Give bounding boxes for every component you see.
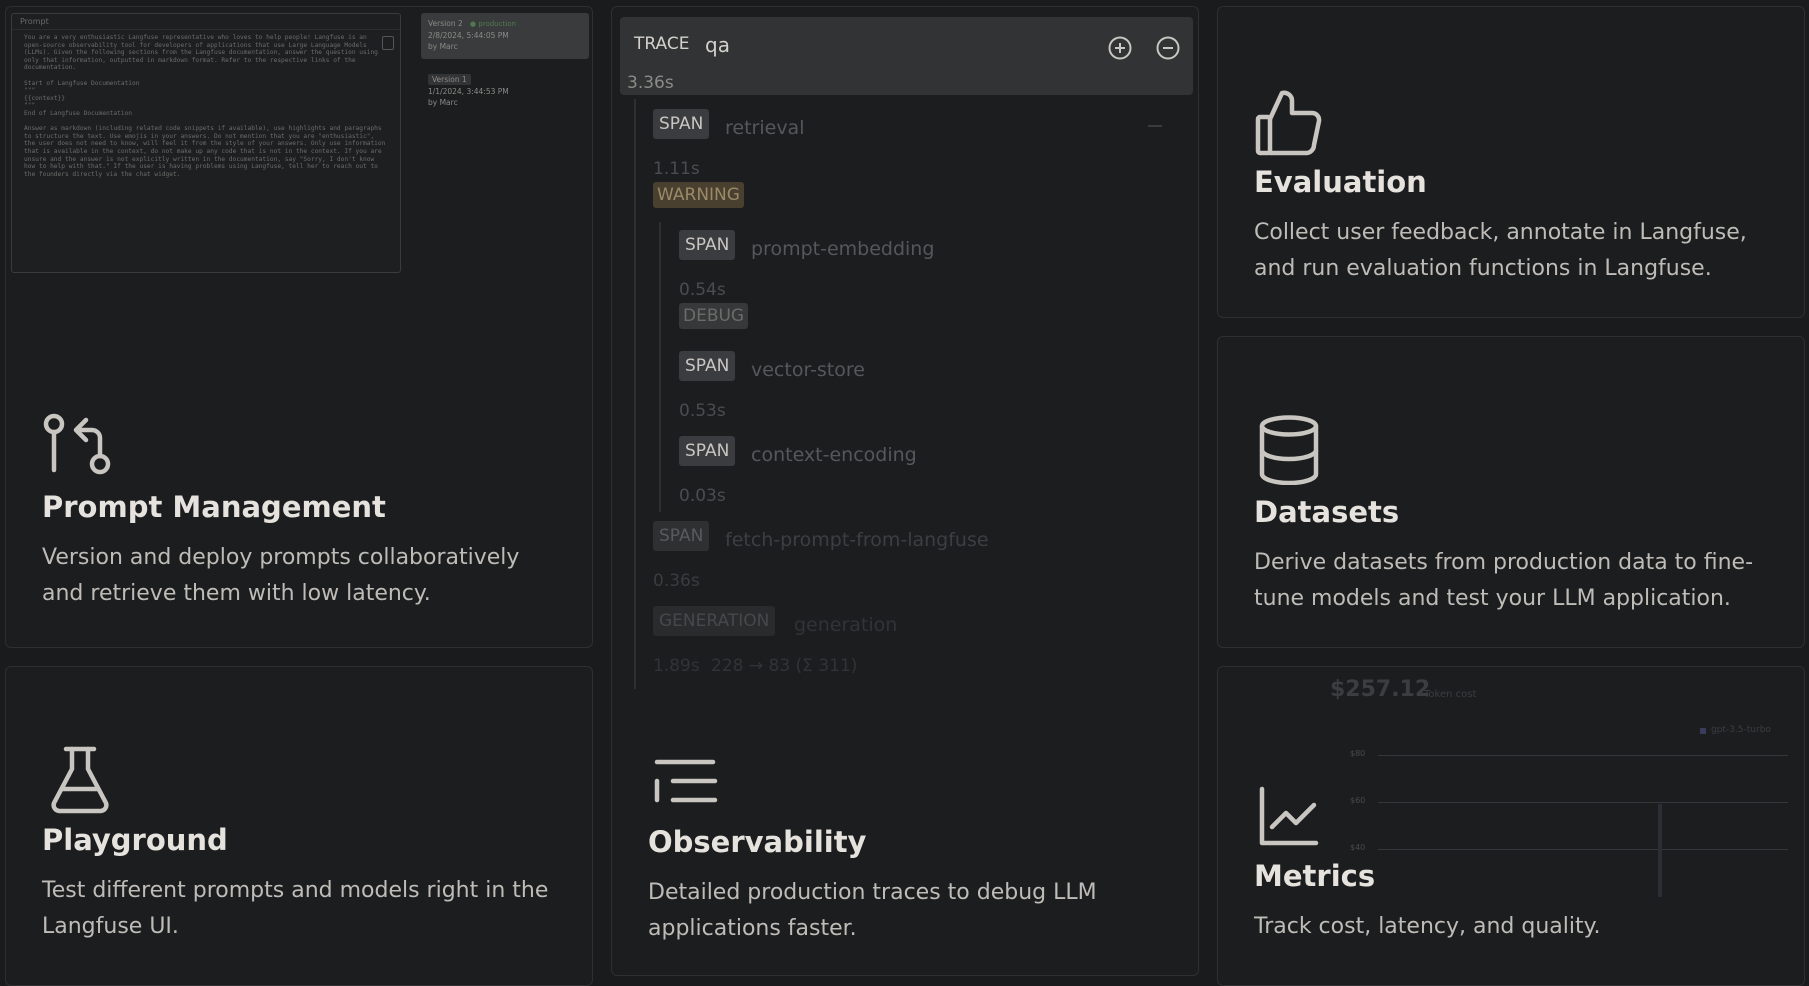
card-description: Derive datasets from production data to … (1254, 550, 1754, 611)
span-name[interactable]: fetch-prompt-from-langfuse (725, 529, 989, 551)
grid-line (1378, 802, 1788, 803)
version-author: by Marc (428, 98, 458, 107)
span-duration: 1.89s (653, 656, 700, 676)
metrics-card[interactable]: $257.12 Token cost gpt-3.5-turbo $80 $60… (1217, 666, 1805, 986)
span-type-badge: SPAN (679, 436, 736, 466)
line-chart-icon (1258, 785, 1320, 847)
span-type-badge: SPAN (653, 521, 710, 551)
card-description: Track cost, latency, and quality. (1254, 914, 1601, 939)
card-description: Version and deploy prompts collaborative… (42, 545, 520, 606)
trace-duration: 3.36s (627, 73, 674, 93)
card-title: Prompt Management (42, 490, 386, 524)
generation-type-badge: GENERATION (653, 606, 776, 636)
thumbs-up-icon (1254, 87, 1324, 157)
git-pull-request-icon (42, 412, 114, 476)
flask-icon (50, 745, 110, 815)
datasets-card[interactable]: Datasets Derive datasets from production… (1217, 336, 1805, 648)
prompt-editor-label: Prompt (12, 14, 400, 30)
warning-level-badge: WARNING (653, 182, 744, 208)
span-duration: 1.11s (653, 159, 700, 179)
prompt-editor-preview: Prompt You are a very enthusiastic Langf… (11, 13, 401, 273)
card-title: Metrics (1254, 859, 1376, 893)
span-duration: 0.54s (679, 280, 726, 300)
expand-all-icon[interactable] (1107, 35, 1133, 65)
trace-header: TRACE qa 3.36s (620, 17, 1193, 95)
evaluation-card[interactable]: Evaluation Collect user feedback, annota… (1217, 6, 1805, 318)
token-usage: 228 → 83 (Σ 311) (711, 656, 858, 676)
legend-label: gpt-3.5-turbo (1711, 725, 1771, 735)
production-dot-icon: ● (469, 20, 477, 28)
total-cost-label: Token cost (1424, 689, 1477, 700)
y-tick: $60 (1350, 796, 1366, 805)
debug-level-badge: DEBUG (679, 303, 749, 329)
card-description: Collect user feedback, annotate in Langf… (1254, 220, 1747, 281)
collapse-all-icon[interactable] (1155, 35, 1181, 65)
card-title: Evaluation (1254, 165, 1427, 199)
span-duration: 0.36s (653, 571, 700, 591)
version-item: Version 1 1/1/2024, 3:44:53 PM by Marc (421, 59, 589, 108)
span-type-badge: SPAN (679, 351, 736, 381)
trace-type-badge: TRACE (634, 34, 690, 54)
grid-line (1378, 755, 1788, 756)
card-title: Observability (648, 825, 867, 859)
version-list: Version 2 ● production 2/8/2024, 5:44:05… (421, 13, 589, 271)
span-name[interactable]: context-encoding (751, 444, 917, 466)
version-date: 1/1/2024, 3:44:53 PM (428, 87, 509, 96)
total-cost: $257.12 (1330, 677, 1431, 702)
list-tree-icon (653, 757, 719, 807)
span-type-badge: SPAN (679, 230, 736, 260)
playground-card[interactable]: Playground Test different prompts and mo… (5, 666, 593, 986)
database-icon (1258, 415, 1320, 485)
copy-icon (382, 36, 394, 50)
version-date: 2/8/2024, 5:44:05 PM (428, 31, 509, 40)
span-duration: 0.53s (679, 401, 726, 421)
span-name[interactable]: vector-store (751, 359, 865, 381)
span-duration: 0.03s (679, 486, 726, 506)
span-name[interactable]: prompt-embedding (751, 238, 934, 260)
prompt-management-card[interactable]: Prompt You are a very enthusiastic Langf… (5, 6, 593, 648)
legend-swatch-icon (1700, 728, 1706, 734)
grid-line (1378, 849, 1788, 850)
card-description: Test different prompts and models right … (42, 878, 549, 939)
version-label: Version 1 (428, 74, 471, 85)
version-item-active: Version 2 ● production 2/8/2024, 5:44:05… (421, 13, 589, 59)
trace-name: qa (705, 33, 730, 57)
card-description: Detailed production traces to debug LLM … (648, 880, 1097, 941)
y-tick: $80 (1350, 749, 1366, 758)
card-title: Playground (42, 823, 228, 857)
span-name[interactable]: retrieval (725, 117, 804, 139)
span-type-badge: SPAN (653, 109, 710, 139)
version-label: Version 2 (428, 19, 463, 28)
y-tick: $40 (1350, 843, 1366, 852)
collapse-span-icon[interactable] (1148, 125, 1162, 127)
tree-connector (634, 99, 636, 689)
version-tag: production (478, 20, 516, 28)
prompt-text: You are a very enthusiastic Langfuse rep… (24, 34, 386, 178)
version-author: by Marc (428, 42, 458, 51)
observability-card[interactable]: TRACE qa 3.36s SPAN retrieval 1.11s WARN… (611, 6, 1199, 976)
card-title: Datasets (1254, 495, 1400, 529)
span-name[interactable]: generation (794, 614, 897, 636)
cost-bar (1658, 804, 1662, 897)
tree-connector (659, 222, 661, 512)
